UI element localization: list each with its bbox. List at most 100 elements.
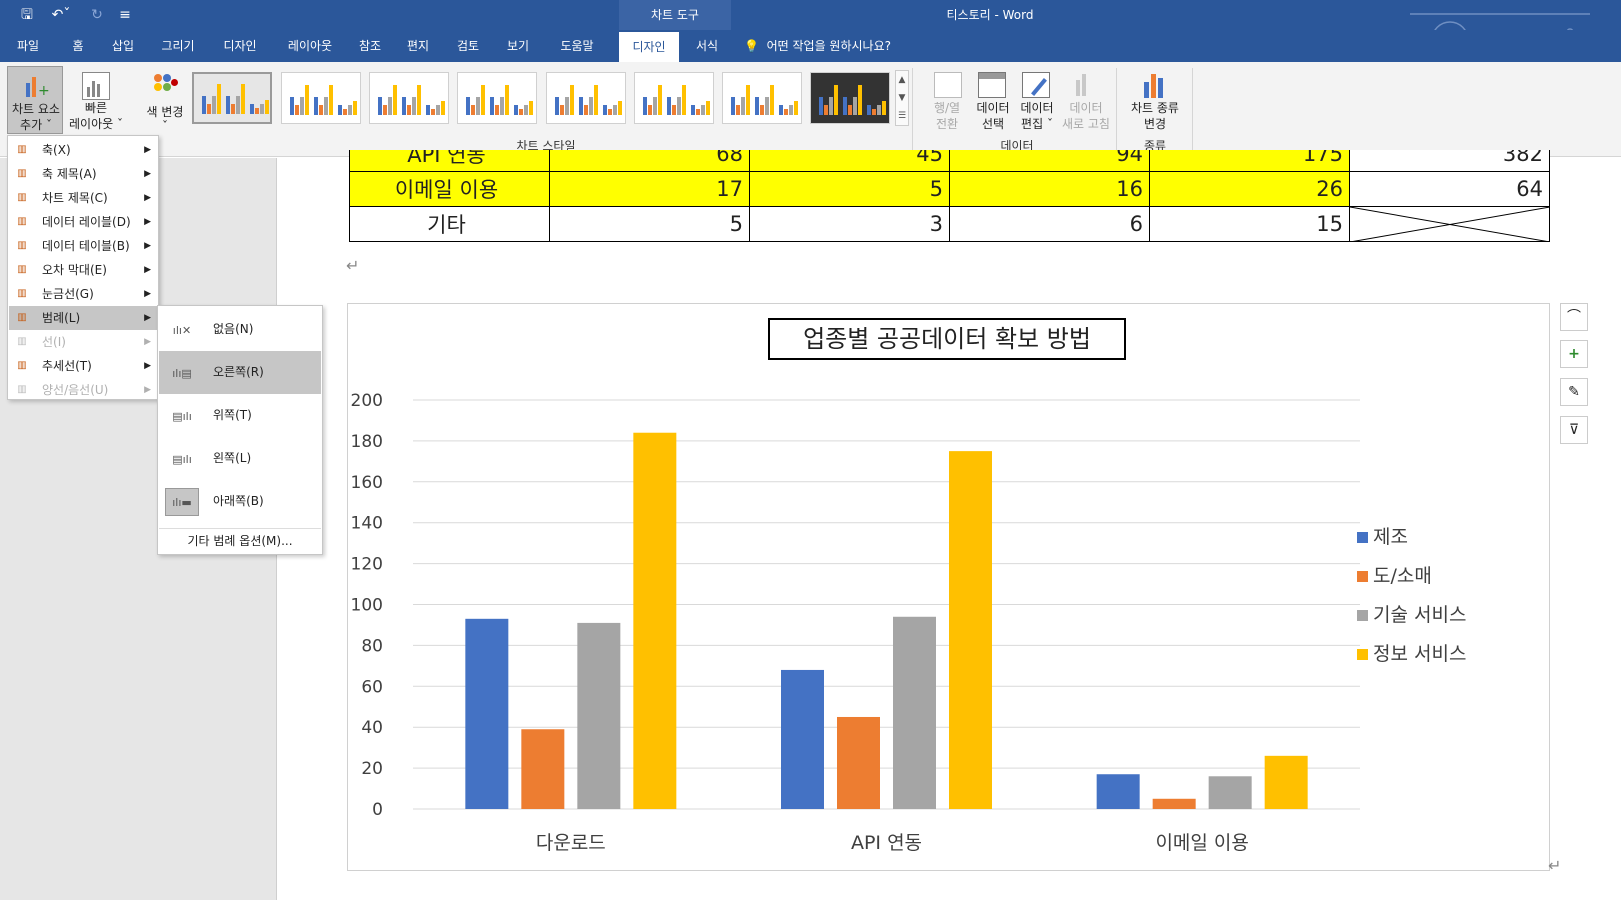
switch-row-column-button[interactable]: 행/열 전환 (924, 66, 970, 134)
tab-item[interactable]: 그리기 (150, 30, 206, 62)
thumb-bar (741, 97, 745, 115)
menu-item-legend[interactable]: ▥ 범례(L) ▶ (9, 306, 157, 330)
table-cell[interactable]: API 연동 (349, 150, 550, 172)
tab-item[interactable]: 검토 (445, 30, 491, 62)
more-legend-options[interactable]: 기타 범례 옵션(M)... (159, 528, 321, 552)
tab-item[interactable]: 보기 (495, 30, 541, 62)
tab-item[interactable]: 삽입 (100, 30, 146, 62)
legend-option[interactable]: ılı▬ 아래쪽(B) (159, 480, 321, 523)
refresh-data-button[interactable]: 데이터 새로 고침 (1060, 66, 1112, 134)
legend-option[interactable]: ▤ılı 왼쪽(L) (159, 437, 321, 480)
table-cell[interactable]: 17 (549, 171, 750, 207)
table-cell[interactable]: 6 (949, 206, 1150, 242)
thumb-bar (505, 85, 509, 115)
menu-item-error-bars[interactable]: ▥ 오차 막대(E) ▶ (9, 258, 157, 282)
legend-option[interactable]: ılı▤ 오른쪽(R) (159, 351, 321, 394)
thumb-bar (819, 97, 823, 115)
chart-style-thumb[interactable] (722, 72, 802, 124)
thumb-bar (579, 97, 583, 115)
chart-style-thumb[interactable] (457, 72, 537, 124)
thumb-bar (560, 105, 564, 115)
add-chart-element-button[interactable]: + 차트 요소 추가 ˇ (7, 66, 63, 134)
tab-item[interactable]: 도움말 (545, 30, 609, 62)
x-tick-label: 이메일 이용 (1155, 832, 1248, 854)
menu-item-axis-title[interactable]: ▥ 축 제목(A) ▶ (9, 162, 157, 186)
table-cell[interactable]: 이메일 이용 (349, 171, 550, 207)
chart-style-thumb[interactable] (369, 72, 449, 124)
table-cell[interactable]: 94 (949, 150, 1150, 172)
menu-item-data-table[interactable]: ▥ 데이터 테이블(B) ▶ (9, 234, 157, 258)
thumb-bar (736, 105, 740, 115)
bar[interactable] (893, 616, 936, 809)
table-cell[interactable]: 26 (1149, 171, 1350, 207)
chart-title[interactable]: 업종별 공공데이터 확보 방법 (768, 318, 1126, 360)
undo-icon[interactable]: ↶ˇ (46, 4, 76, 26)
chart-style-thumb[interactable] (281, 72, 361, 124)
menu-item-trendline[interactable]: ▥ 추세선(T) ▶ (9, 354, 157, 378)
table-cell[interactable]: 기타 (349, 206, 550, 242)
table-cell[interactable]: 5 (549, 206, 750, 242)
thumb-bar (519, 108, 523, 115)
customize-qat-icon[interactable]: ≡ (116, 4, 134, 26)
tab-item[interactable]: 편지 (395, 30, 441, 62)
bar[interactable] (781, 669, 824, 809)
menu-item-axes[interactable]: ▥ 축(X) ▶ (9, 138, 157, 162)
chart-style-thumb[interactable] (192, 72, 272, 124)
bar[interactable] (521, 729, 565, 809)
bar[interactable] (1208, 776, 1252, 809)
thumb-bar (412, 97, 416, 115)
redo-icon[interactable]: ↻ (86, 4, 108, 26)
tab-item[interactable]: 레이아웃 (275, 30, 345, 62)
table-cell[interactable]: 15 (1149, 206, 1350, 242)
chart-style-thumb[interactable] (546, 72, 626, 124)
tab-item[interactable]: 참조 (350, 30, 390, 62)
menu-item-chart-title[interactable]: ▥ 차트 제목(C) ▶ (9, 186, 157, 210)
bar[interactable] (949, 451, 992, 809)
table-cell[interactable]: 16 (949, 171, 1150, 207)
legend-option[interactable]: ılı✕ 없음(N) (159, 308, 321, 351)
tab-item[interactable]: 디자인 (210, 30, 270, 62)
save-icon[interactable]: 🖫 (16, 4, 38, 26)
chart-style-thumb[interactable] (810, 72, 890, 124)
bar[interactable] (577, 622, 621, 809)
chart-elements-icon[interactable]: + (1560, 340, 1588, 368)
data-table[interactable]: API 연동 68 45 94 175 382 이메일 이용 17 5 16 2… (349, 150, 1550, 242)
menu-item-gridlines[interactable]: ▥ 눈금선(G) ▶ (9, 282, 157, 306)
bar[interactable] (465, 618, 509, 809)
chart-styles-icon[interactable]: ✎ (1560, 378, 1588, 406)
table-cell[interactable]: 45 (749, 150, 950, 172)
gallery-scroll[interactable]: ▲ ▼ ☰ (895, 70, 909, 126)
table-cell[interactable]: 175 (1149, 150, 1350, 172)
thumb-bar (250, 104, 254, 114)
tab-item[interactable]: 서식 (684, 30, 730, 62)
chart-style-thumb[interactable] (634, 72, 714, 124)
table-cell[interactable]: 5 (749, 171, 950, 207)
table-cell[interactable]: 3 (749, 206, 950, 242)
menu-item-up-down-bars: ▥ 양선/음선(U) ▶ (9, 378, 157, 402)
chart-plot[interactable]: 0 20 40 60 80 100 120 140 160 180 200 다운로드 API 연동 이메일… (347, 303, 1550, 871)
bar[interactable] (633, 432, 677, 809)
table-cell[interactable]: 382 (1349, 150, 1550, 172)
chart-filters-icon[interactable]: ⊽ (1560, 416, 1588, 444)
bar[interactable] (1152, 798, 1196, 809)
tell-me-search[interactable]: 💡 어떤 작업을 원하시나요? (744, 30, 891, 62)
menu-item-data-labels[interactable]: ▥ 데이터 레이블(D) ▶ (9, 210, 157, 234)
edit-data-button[interactable]: 데이터 편집 ˇ (1014, 66, 1060, 134)
tab-item[interactable]: 파일 (0, 30, 56, 62)
change-chart-type-button[interactable]: 차트 종류 변경 (1124, 66, 1186, 134)
bar[interactable] (1264, 755, 1308, 809)
tab-item[interactable]: 홈 (60, 30, 96, 62)
bar[interactable] (1096, 774, 1140, 809)
legend-option[interactable]: ▤ılı 위쪽(T) (159, 394, 321, 437)
quick-layout-button[interactable]: 빠른 레이아웃 ˇ (66, 66, 126, 134)
menu-item-label: 오차 막대(E) (42, 263, 107, 277)
bar[interactable] (837, 716, 880, 809)
change-colors-button[interactable]: 색 변경 ˇ (140, 66, 190, 134)
table-cell[interactable]: 68 (549, 150, 750, 172)
thumb-bar (305, 85, 309, 115)
table-cell[interactable]: 64 (1349, 171, 1550, 207)
select-data-button[interactable]: 데이터 선택 (972, 66, 1014, 134)
tab-chart-design[interactable]: 디자인 (619, 32, 679, 62)
layout-options-icon[interactable]: ⌒ (1560, 303, 1588, 331)
table-cell-crossed[interactable] (1349, 206, 1550, 242)
